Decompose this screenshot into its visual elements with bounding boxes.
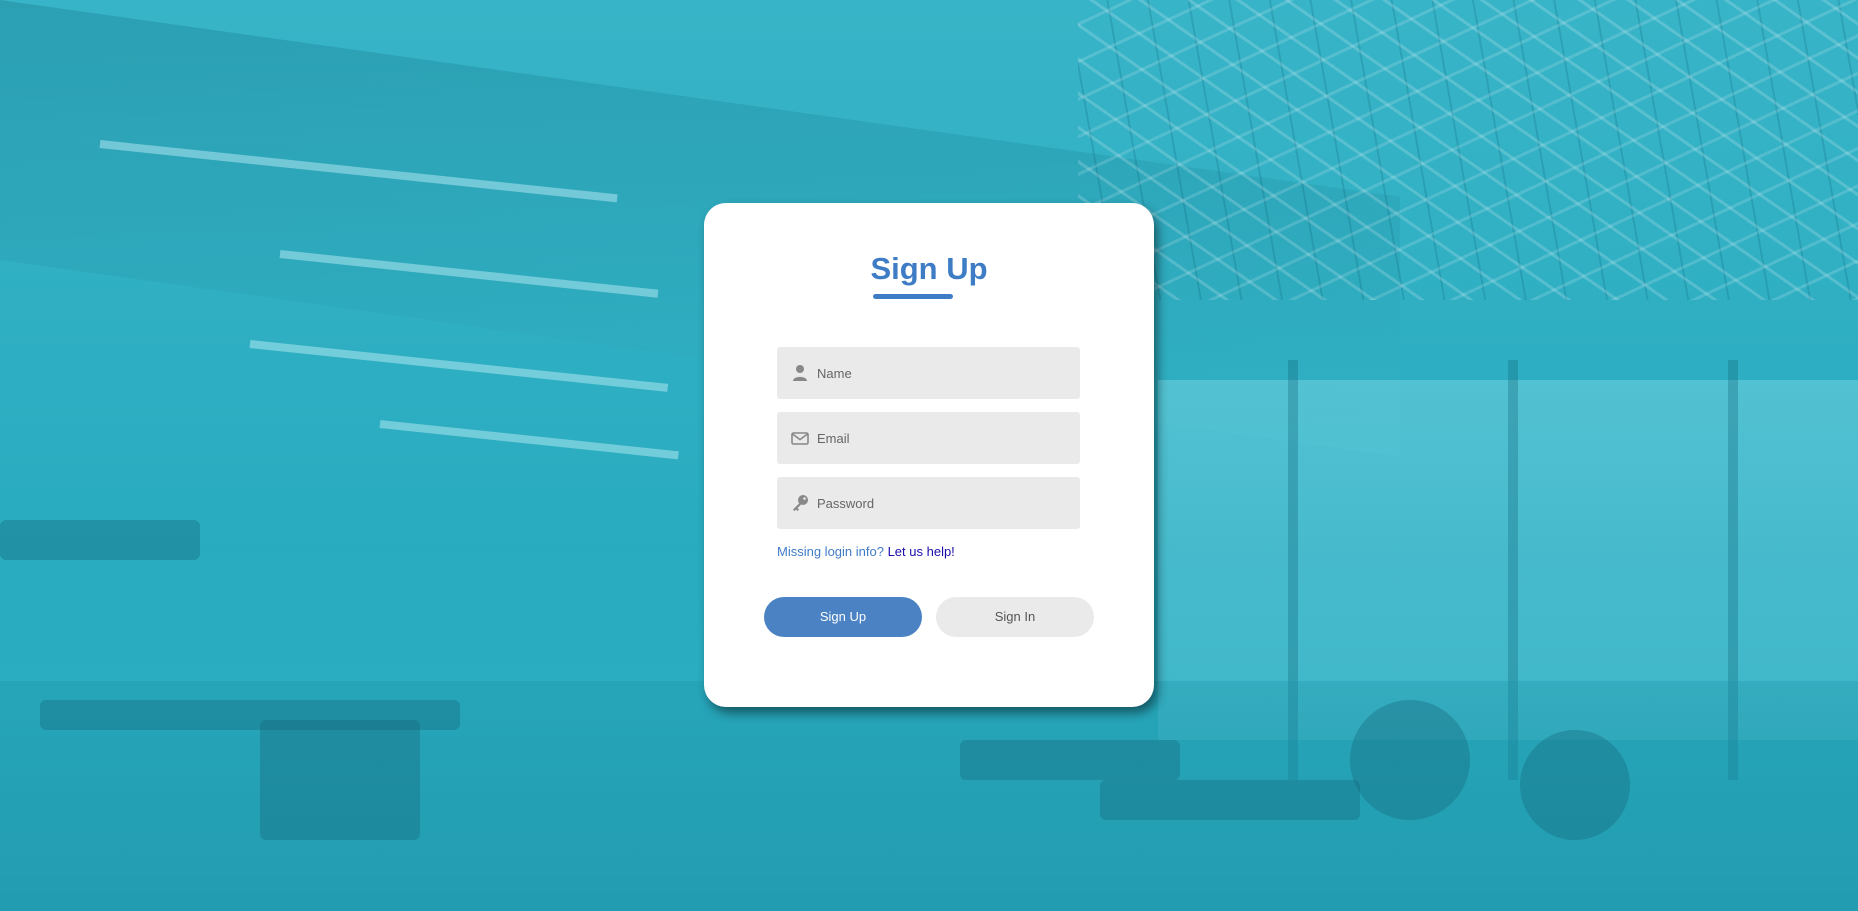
sign-up-button[interactable]: Sign Up (764, 597, 922, 637)
user-icon (790, 363, 810, 383)
help-link[interactable]: Let us help! (888, 544, 955, 559)
help-text: Missing login info? (777, 544, 884, 559)
help-text-row: Missing login info? Let us help! (777, 544, 955, 559)
name-field[interactable] (777, 347, 1080, 399)
page-title: Sign Up (870, 251, 988, 286)
password-field[interactable] (777, 477, 1080, 529)
password-input[interactable] (817, 477, 1072, 529)
signup-card: Sign Up Missing lo (704, 203, 1154, 707)
email-input[interactable] (817, 412, 1072, 464)
email-field[interactable] (777, 412, 1080, 464)
envelope-icon (790, 428, 810, 448)
key-icon (790, 493, 810, 513)
sign-in-button[interactable]: Sign In (936, 597, 1094, 637)
name-input[interactable] (817, 347, 1072, 399)
title-underline (873, 294, 953, 299)
